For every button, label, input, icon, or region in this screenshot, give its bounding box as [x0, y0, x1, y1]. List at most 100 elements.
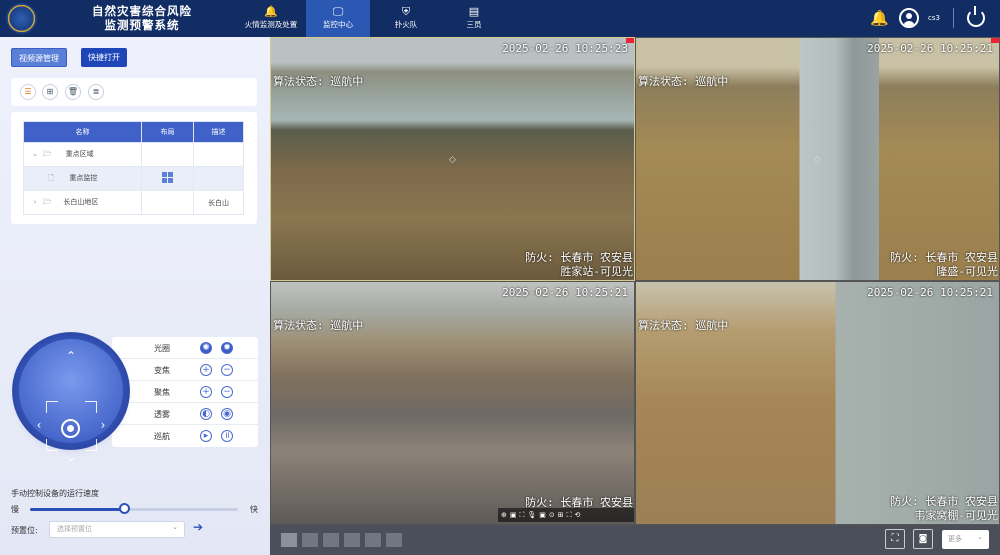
- col-name: 名称: [23, 121, 142, 143]
- avatar[interactable]: [899, 8, 919, 28]
- bracket-icon: [85, 401, 97, 413]
- list-add-icon[interactable]: ☰: [20, 84, 36, 100]
- control-row-iris: 光圈 ✺ ✹: [112, 337, 258, 359]
- pause-icon[interactable]: ॥: [221, 430, 233, 442]
- col-layout: 布局: [141, 121, 194, 143]
- monitor-icon: 🖵: [332, 5, 344, 18]
- delete-icon[interactable]: 🗑: [65, 84, 81, 100]
- zoom-out-icon[interactable]: −: [221, 364, 233, 376]
- layout-9-icon[interactable]: [365, 533, 381, 547]
- row-name: 重点监控: [69, 173, 98, 182]
- focus-in-icon[interactable]: +: [200, 386, 212, 398]
- title-line-2: 监测预警系统: [104, 18, 180, 32]
- location-line-1: 防火: 长春市 农安县: [890, 495, 998, 508]
- focus-out-icon[interactable]: −: [221, 386, 233, 398]
- algo-status: 算法状态: 巡航中: [273, 75, 364, 88]
- nav-fire-team[interactable]: ⛨ 扑火队: [374, 0, 438, 37]
- left-panel: 视频源管理 快捷打开 ☰ ⊞ 🗑 ≣ 名称 布局 描述 ⌄ 🗁 重点区域 🗋 重点监…: [0, 37, 270, 555]
- crosshair-icon: ◇: [449, 155, 456, 165]
- control-label: 巡航: [154, 432, 170, 441]
- video-cell[interactable]: 2025-02-26 10:25:23 算法状态: 巡航中 ◇ 防火: 长春市 …: [270, 37, 635, 281]
- video-cell[interactable]: 2025-02-26 10:25:21 算法状态: 巡航中 防火: 长春市 农安…: [270, 281, 635, 525]
- snapshot-icon[interactable]: ◙: [913, 529, 933, 549]
- layout-16-icon[interactable]: [386, 533, 402, 547]
- row-name: 长白山地区: [63, 197, 99, 206]
- slow-label: 慢: [11, 505, 19, 514]
- header-divider: [953, 8, 954, 28]
- speed-slider-knob[interactable]: [118, 503, 130, 514]
- quick-open-button[interactable]: 快捷打开: [81, 48, 127, 67]
- nav-fire-monitoring[interactable]: 🔔 火情监测及处置: [238, 0, 304, 37]
- resource-tree-table: 名称 布局 描述 ⌄ 🗁 重点区域 🗋 重点监控 › 🗁 长白山地区 长白山: [11, 112, 257, 224]
- bracket-icon: [46, 439, 58, 451]
- control-label: 聚焦: [154, 388, 170, 397]
- preset-select[interactable]: 选择预置位: [49, 520, 185, 538]
- folder-icon: 🗁: [42, 197, 52, 206]
- grid-layout-icon[interactable]: [162, 172, 173, 183]
- bracket-icon: [46, 401, 58, 413]
- bell-icon: 🔔: [264, 5, 278, 18]
- more-select[interactable]: 更多: [942, 528, 989, 549]
- nav-label: 扑火队: [394, 20, 418, 29]
- power-icon[interactable]: [967, 6, 985, 27]
- chevron-right-icon[interactable]: ›: [30, 198, 40, 206]
- app-title: 自然灾害综合风险 监测预警系统: [62, 4, 222, 32]
- arrow-left-icon[interactable]: ‹: [33, 419, 45, 431]
- algo-status: 算法状态: 巡航中: [638, 75, 729, 88]
- table-row[interactable]: 🗋 重点监控: [23, 166, 244, 191]
- control-row-cruise: 巡航 ▸ ॥: [112, 425, 258, 447]
- location-label: 防火: 长春市 农安县 胜家站-可见光: [525, 251, 633, 279]
- title-line-1: 自然灾害综合风险: [92, 4, 192, 18]
- layout-6-icon[interactable]: [323, 533, 339, 547]
- notification-bell-icon[interactable]: 🔔: [870, 9, 889, 27]
- table-row[interactable]: ⌄ 🗁 重点区域: [23, 142, 244, 167]
- defog-off-icon[interactable]: ◉: [221, 408, 233, 420]
- iris-close-icon[interactable]: ✹: [221, 342, 233, 354]
- layout-8-icon[interactable]: [344, 533, 360, 547]
- ptz-center-icon[interactable]: [61, 419, 80, 438]
- speed-label: 手动控制设备的运行速度: [11, 489, 99, 498]
- nav-three-staff[interactable]: ▤ 三员: [442, 0, 506, 37]
- add-icon[interactable]: ⊞: [42, 84, 58, 100]
- nav-monitor-center[interactable]: 🖵 监控中心: [306, 0, 370, 37]
- nav-label: 监控中心: [323, 20, 353, 29]
- location-label: 防火: 长春市 农安县 韦家窝棚-可见光: [890, 495, 998, 523]
- edit-list-icon[interactable]: ≣: [88, 84, 104, 100]
- file-icon: 🗋: [48, 173, 54, 182]
- arrow-up-icon[interactable]: ⌃: [65, 350, 77, 362]
- timestamp: 2025-02-26 10:25:21: [502, 286, 628, 299]
- col-desc: 描述: [193, 121, 244, 143]
- control-label: 透雾: [154, 410, 170, 419]
- defog-on-icon[interactable]: ◐: [200, 408, 212, 420]
- location-line-1: 防火: 长春市 农安县: [890, 251, 998, 264]
- chevron-down-icon[interactable]: ⌄: [30, 150, 40, 158]
- algo-status: 算法状态: 巡航中: [273, 319, 364, 332]
- folder-icon: 🗁: [42, 149, 52, 158]
- control-row-defog: 透雾 ◐ ◉: [112, 403, 258, 425]
- tree-toolbar: ☰ ⊞ 🗑 ≣: [11, 78, 257, 106]
- row-name: 重点区域: [65, 149, 94, 158]
- timestamp: 2025-02-26 10:25:21: [867, 286, 993, 299]
- speed-slider-fill: [30, 508, 124, 511]
- video-source-button[interactable]: 视频源管理: [11, 48, 67, 67]
- video-toolbar[interactable]: ⊕▣⛶🎙▣⊙⊞⛶⟲: [498, 508, 634, 522]
- fast-label: 快: [250, 505, 258, 514]
- location-label: 防火: 长春市 农安县 隆盛-可见光: [890, 251, 998, 279]
- arrow-down-icon[interactable]: ⌄: [65, 451, 77, 463]
- arrow-right-icon[interactable]: ›: [97, 419, 109, 431]
- bottom-bar: ⛶ ◙ 更多: [270, 525, 1000, 555]
- fullscreen-icon[interactable]: ⛶: [885, 529, 905, 549]
- zoom-in-icon[interactable]: +: [200, 364, 212, 376]
- layout-4-icon[interactable]: [302, 533, 318, 547]
- row-desc: 长白山: [193, 190, 244, 215]
- control-label: 光圈: [154, 344, 170, 353]
- arrow-right-icon[interactable]: ➔: [193, 520, 203, 534]
- table-row[interactable]: › 🗁 长白山地区 长白山: [23, 190, 244, 215]
- iris-open-icon[interactable]: ✺: [200, 342, 212, 354]
- play-icon[interactable]: ▸: [200, 430, 212, 442]
- layout-1-icon[interactable]: [281, 533, 297, 547]
- video-cell[interactable]: 2025-02-26 10:25:21 算法状态: 巡航中 ◇ 防火: 长春市 …: [635, 37, 1000, 281]
- control-row-zoom: 变焦 + −: [112, 359, 258, 381]
- preset-label: 预置位:: [11, 526, 38, 535]
- video-cell[interactable]: 2025-02-26 10:25:21 算法状态: 巡航中 防火: 长春市 农安…: [635, 281, 1000, 525]
